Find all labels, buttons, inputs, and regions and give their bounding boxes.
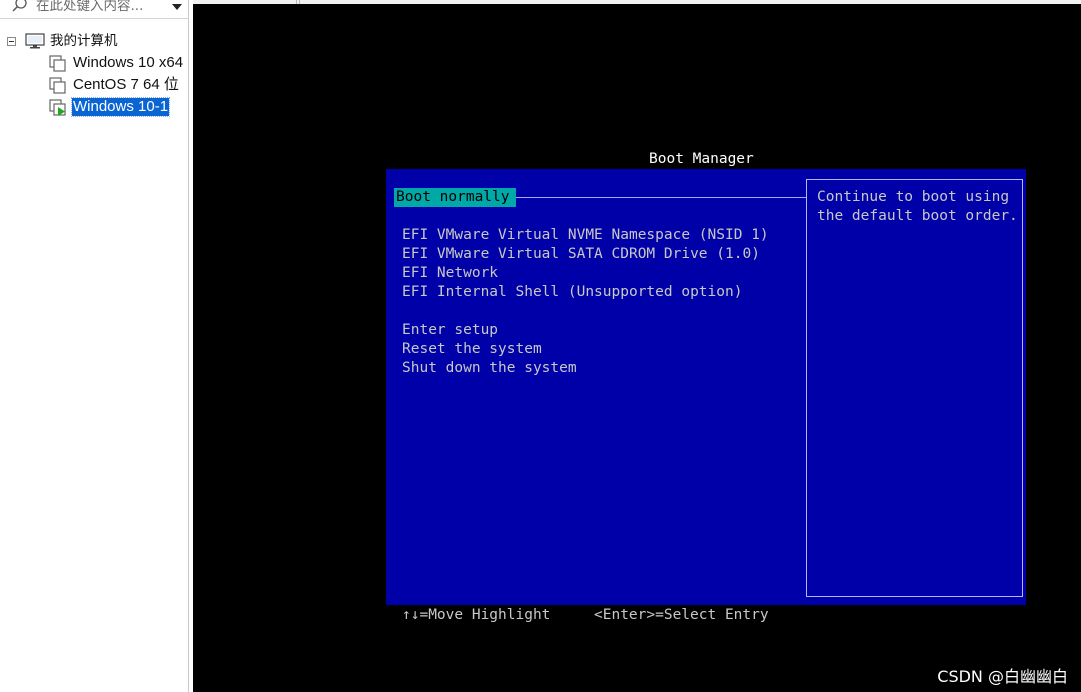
boot-item-enter-setup[interactable]: Enter setup bbox=[402, 321, 498, 339]
console-tab-strip bbox=[193, 0, 1081, 4]
watermark: CSDN @白幽幽白 bbox=[937, 667, 1068, 686]
boot-item-efi-network[interactable]: EFI Network bbox=[402, 264, 498, 282]
menu-divider-line bbox=[513, 197, 806, 198]
tab-divider bbox=[299, 0, 300, 4]
tree-root-label: 我的计算机 bbox=[50, 33, 118, 49]
vm-icon bbox=[49, 77, 66, 94]
library-search-bar bbox=[0, 0, 188, 19]
boot-item-efi-nvme[interactable]: EFI VMware Virtual NVME Namespace (NSID … bbox=[402, 226, 769, 244]
vm-item-label: CentOS 7 64 位 bbox=[73, 76, 179, 93]
vm-item-label: Windows 10 x64 bbox=[73, 54, 184, 71]
boot-item-boot-normally[interactable]: Boot normally bbox=[394, 188, 516, 207]
help-text-line: the default boot order. bbox=[817, 208, 1018, 224]
boot-item-shut-down[interactable]: Shut down the system bbox=[402, 359, 577, 377]
tab-divider bbox=[296, 0, 297, 4]
vm-item-windows-10-1[interactable]: Windows 10-1 bbox=[0, 97, 188, 119]
collapse-icon[interactable] bbox=[7, 37, 16, 46]
library-search-input[interactable] bbox=[36, 0, 162, 15]
vm-icon bbox=[49, 55, 66, 72]
help-box bbox=[806, 179, 1023, 597]
vm-item-windows-10-x64[interactable]: Windows 10 x64 bbox=[0, 53, 188, 75]
tree-root-my-computer[interactable]: 我的计算机 bbox=[0, 31, 188, 53]
vm-tree: 我的计算机 Windows 10 x64 CentOS 7 64 位 Windo… bbox=[0, 31, 188, 119]
vm-item-centos-7[interactable]: CentOS 7 64 位 bbox=[0, 75, 188, 97]
boot-manager-title: Boot Manager bbox=[649, 151, 754, 167]
chevron-down-icon[interactable] bbox=[166, 0, 188, 16]
boot-item-efi-sata-cdrom[interactable]: EFI VMware Virtual SATA CDROM Drive (1.0… bbox=[402, 245, 760, 263]
boot-manager-panel: Boot normally EFI VMware Virtual NVME Na… bbox=[386, 169, 1026, 605]
vm-library-panel: 我的计算机 Windows 10 x64 CentOS 7 64 位 Windo… bbox=[0, 0, 189, 692]
vm-console[interactable]: Boot Manager Boot normally EFI VMware Vi… bbox=[193, 0, 1081, 692]
key-hint-move: ↑↓=Move Highlight bbox=[402, 607, 551, 623]
help-text-line: Continue to boot using bbox=[817, 189, 1010, 205]
boot-item-efi-internal-shell[interactable]: EFI Internal Shell (Unsupported option) bbox=[402, 283, 742, 301]
search-icon[interactable] bbox=[11, 0, 29, 14]
key-hint-select: <Enter>=Select Entry bbox=[594, 607, 769, 623]
computer-icon bbox=[25, 33, 45, 49]
running-vm-icon bbox=[49, 99, 66, 116]
boot-item-reset-system[interactable]: Reset the system bbox=[402, 340, 542, 358]
vm-item-label-selected: Windows 10-1 bbox=[70, 97, 171, 117]
